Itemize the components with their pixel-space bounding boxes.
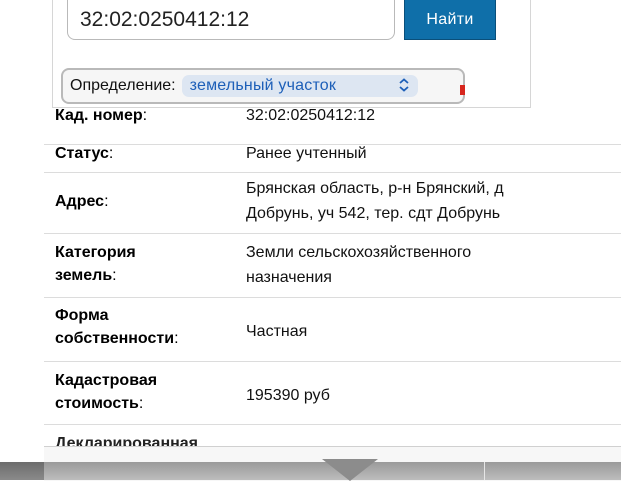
cadastral-search-input[interactable]: [67, 0, 395, 40]
detail-key: Адрес:: [55, 193, 109, 210]
detail-key: Форма собственности:: [55, 307, 179, 347]
detail-value: 195390 руб: [246, 387, 330, 404]
definition-select[interactable]: земельный участок: [181, 75, 418, 97]
find-button[interactable]: Найти: [404, 0, 496, 40]
detail-value: Земли сельскохозяйственного назначения: [246, 244, 472, 286]
detail-key: Кад. номер:: [55, 108, 148, 124]
chevron-updown-icon: [398, 78, 410, 94]
detail-key: Кадастровая стоимость:: [55, 372, 158, 412]
detail-key: Статус:: [55, 145, 114, 162]
detail-key: Категория земель:: [55, 244, 136, 284]
divider: [484, 462, 485, 480]
search-panel: Найти Определение: земельный участок: [52, 0, 531, 108]
parcel-details: Кад. номер: 32:02:0250412:12 Статус: Ран…: [44, 108, 621, 446]
detail-row-land-category: Категория земель: Земли сельскохозяйствен…: [44, 234, 621, 298]
popover-pointer: [322, 459, 378, 481]
definition-select-value: земельный участок: [189, 77, 337, 94]
detail-row-ownership: Форма собственности: Частная: [44, 298, 621, 362]
bottom-strip: [0, 462, 621, 480]
detail-row-status: Статус: Ранее учтенный: [44, 144, 621, 173]
detail-row-declared: Декларированная: [44, 425, 621, 446]
detail-row-cadastral-number: Кад. номер: 32:02:0250412:12: [44, 108, 621, 145]
detail-key: Декларированная: [55, 435, 198, 446]
detail-row-address: Адрес: Брянская область, р-н Брянский, д…: [44, 173, 621, 234]
definition-label: Определение:: [70, 77, 176, 94]
detail-value: Брянская область, р-н Брянский, д Добрунь…: [246, 180, 504, 222]
detail-row-cadastral-value: Кадастровая стоимость: 195390 руб: [44, 362, 621, 425]
definition-row: Определение: земельный участок: [61, 68, 465, 104]
detail-value: Ранее учтенный: [246, 145, 367, 162]
marker-icon: [460, 85, 465, 95]
detail-value: 32:02:0250412:12: [246, 108, 376, 124]
detail-value: Частная: [246, 323, 308, 340]
